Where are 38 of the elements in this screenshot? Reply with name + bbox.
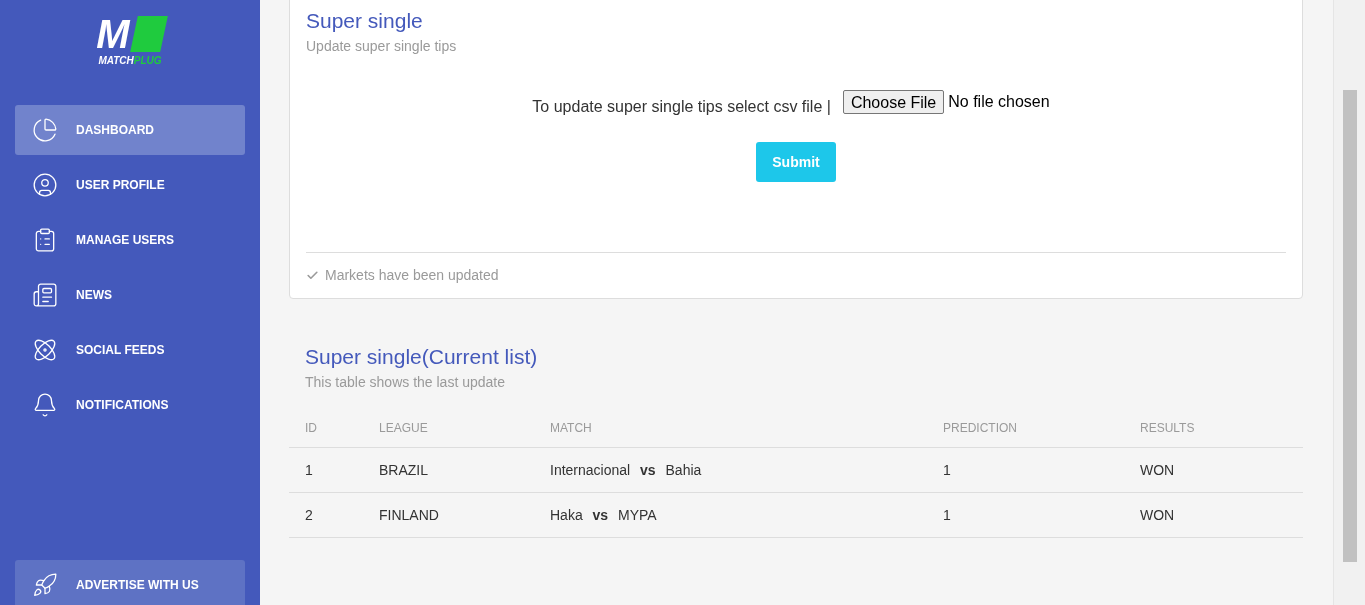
- table-cell: 2: [305, 507, 313, 524]
- nav-item[interactable]: MANAGE USERS: [15, 215, 245, 265]
- table-cell: 1: [943, 462, 951, 479]
- newspaper-icon: [32, 282, 58, 308]
- card-title: Super single: [306, 8, 424, 34]
- nav-item[interactable]: SOCIAL FEEDS: [15, 325, 245, 375]
- pie-chart-icon: [32, 117, 58, 143]
- table-cell: Haka vs MYPA: [550, 507, 657, 524]
- table-cell: BRAZIL: [379, 462, 428, 479]
- upload-prompt: To update super single tips select csv file |: [532, 97, 831, 118]
- rocket-icon: [32, 572, 58, 598]
- column-header: MATCH: [550, 420, 593, 438]
- table-cell: Internacional vs Bahia: [550, 462, 702, 479]
- table-cell: WON: [1140, 507, 1175, 524]
- card-subtitle: Update super single tips: [306, 37, 458, 57]
- user-icon: [32, 172, 58, 198]
- nav-item[interactable]: USER PROFILE: [15, 160, 245, 210]
- atom-icon: [32, 337, 58, 363]
- nav-item[interactable]: NEWS: [15, 270, 245, 320]
- choose-file-button[interactable]: Choose File: [842, 90, 945, 115]
- section-title: Super single(Current list): [305, 344, 539, 370]
- table-cell: FINLAND: [379, 507, 439, 524]
- column-header: LEAGUE: [379, 420, 429, 438]
- section-subtitle: This table shows the last update: [305, 373, 506, 393]
- column-header: RESULTS: [1140, 420, 1196, 438]
- advertise-button[interactable]: ADVERTISE WITH US: [15, 560, 245, 605]
- table-cell: 1: [943, 507, 951, 524]
- nav-item[interactable]: DASHBOARD: [15, 105, 245, 155]
- column-header: PREDICTION: [943, 420, 1018, 438]
- table-cell: 1: [305, 462, 313, 479]
- bell-icon: [32, 392, 58, 418]
- logo-drawing: M MATCHPLUG: [96, 14, 164, 66]
- file-status: No file chosen: [948, 92, 1050, 113]
- check-icon: [306, 269, 319, 282]
- status-message: Markets have been updated: [325, 266, 499, 285]
- column-header: ID: [305, 420, 318, 438]
- table-cell: WON: [1140, 462, 1175, 479]
- nav-item[interactable]: NOTIFICATIONS: [15, 380, 245, 430]
